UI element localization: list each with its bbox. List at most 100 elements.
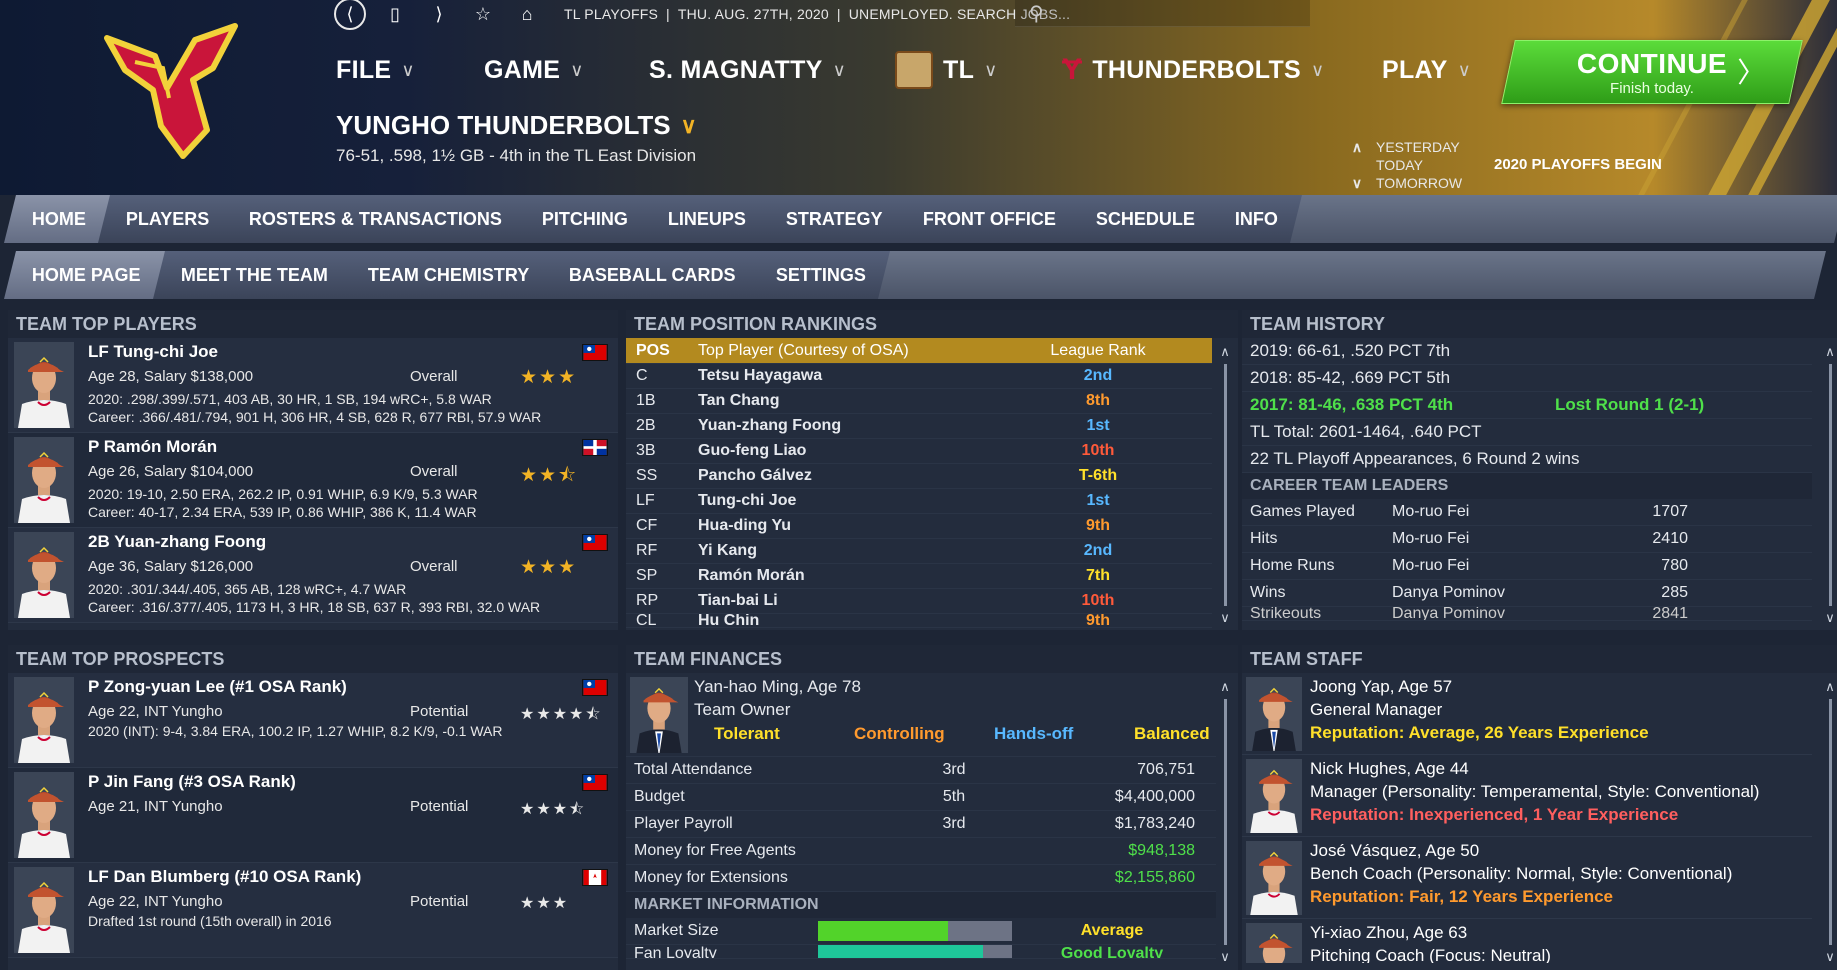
team-title[interactable]: YUNGHO THUNDERBOLTS ∨ xyxy=(336,110,697,141)
staff-name[interactable]: José Vásquez, Age 50 xyxy=(1310,841,1479,861)
tab-players[interactable]: PLAYERS xyxy=(98,195,240,243)
home-icon[interactable]: ⌂ xyxy=(512,0,542,29)
scroll-up-icon[interactable]: ∧ xyxy=(1220,344,1230,360)
ranking-row[interactable]: 2B Yuan-zhang Foong 1st xyxy=(626,414,1212,439)
prospect-card[interactable]: LF Dan Blumberg (#10 OSA Rank) Age 22, I… xyxy=(8,863,618,958)
ranking-row[interactable]: SS Pancho Gálvez T-6th xyxy=(626,464,1212,489)
leader-row[interactable]: Wins Danya Pominov 285 xyxy=(1242,580,1812,607)
subtab-team-chemistry[interactable]: TEAM CHEMISTRY xyxy=(339,251,560,299)
subtab-settings[interactable]: SETTINGS xyxy=(747,251,896,299)
ranking-row[interactable]: SP Ramón Morán 7th xyxy=(626,564,1212,589)
prospect-name[interactable]: P Zong-yuan Lee (#1 OSA Rank) xyxy=(88,677,347,697)
staff-card[interactable]: Joong Yap, Age 57 General Manager Reputa… xyxy=(1242,673,1812,755)
subtab-baseball-cards[interactable]: BASEBALL CARDS xyxy=(541,251,766,299)
menu-manager[interactable]: S. MAGNATTY ∨ xyxy=(649,56,895,85)
tab-schedule[interactable]: SCHEDULE xyxy=(1068,195,1226,243)
ranking-row[interactable]: C Tetsu Hayagawa 2nd xyxy=(626,364,1212,389)
continue-button[interactable]: CONTINUE Finish today. 〉 xyxy=(1501,40,1803,104)
prospect-avatar[interactable] xyxy=(14,677,74,763)
leader-row[interactable]: Games Played Mo-ruo Fei 1707 xyxy=(1242,499,1812,526)
prospect-card[interactable]: P Jin Fang (#3 OSA Rank) Age 21, INT Yun… xyxy=(8,768,618,863)
leader-row[interactable]: Home Runs Mo-ruo Fei 780 xyxy=(1242,553,1812,580)
player-avatar[interactable] xyxy=(14,532,74,618)
player-name[interactable]: P Ramón Morán xyxy=(88,437,217,457)
search-icon[interactable]: ⚲ xyxy=(1029,1,1044,26)
ranking-row[interactable]: 1B Tan Chang 8th xyxy=(626,389,1212,414)
leader-player[interactable]: Mo-ruo Fei xyxy=(1392,530,1592,548)
leader-player[interactable]: Mo-ruo Fei xyxy=(1392,503,1592,521)
leader-row[interactable]: Hits Mo-ruo Fei 2410 xyxy=(1242,526,1812,553)
ranking-player[interactable]: Tung-chi Joe xyxy=(698,492,1028,510)
staff-scrollbar[interactable]: ∧ ∨ xyxy=(1823,679,1837,965)
player-avatar[interactable] xyxy=(14,342,74,428)
ranking-player[interactable]: Tan Chang xyxy=(698,392,1028,410)
staff-avatar[interactable] xyxy=(1246,677,1302,751)
subtab-home-page[interactable]: HOME PAGE xyxy=(4,251,171,299)
scroll-down-icon[interactable]: ∨ xyxy=(1825,949,1835,965)
prospect-name[interactable]: LF Dan Blumberg (#10 OSA Rank) xyxy=(88,867,361,887)
ranking-row[interactable]: LF Tung-chi Joe 1st xyxy=(626,489,1212,514)
staff-name[interactable]: Nick Hughes, Age 44 xyxy=(1310,759,1469,779)
menu-game[interactable]: GAME ∨ xyxy=(484,56,649,85)
scroll-down-icon[interactable]: ∨ xyxy=(1825,610,1835,626)
ranking-player[interactable]: Hua-ding Yu xyxy=(698,517,1028,535)
prospect-name[interactable]: P Jin Fang (#3 OSA Rank) xyxy=(88,772,296,792)
scroll-up-icon[interactable]: ∧ xyxy=(1825,679,1835,695)
tab-strategy[interactable]: STRATEGY xyxy=(758,195,914,243)
ranking-row[interactable]: RP Tian-bai Li 10th xyxy=(626,589,1212,614)
forward-icon[interactable]: ⟩ xyxy=(424,0,454,29)
scroll-up-icon[interactable]: ∧ xyxy=(1220,679,1230,695)
staff-card[interactable]: Nick Hughes, Age 44 Manager (Personality… xyxy=(1242,755,1812,837)
ranking-row[interactable]: 3B Guo-feng Liao 10th xyxy=(626,439,1212,464)
ranking-player[interactable]: Yi Kang xyxy=(698,542,1028,560)
staff-card[interactable]: Yi-xiao Zhou, Age 63 Pitching Coach (Foc… xyxy=(1242,919,1812,963)
menu-league[interactable]: TL ∨ xyxy=(895,51,1062,89)
day-tomorrow[interactable]: ∨ TOMORROW xyxy=(1350,174,1462,192)
col-pos[interactable]: POS xyxy=(626,342,698,360)
star-icon[interactable]: ☆ xyxy=(468,0,498,29)
tab-front-office[interactable]: FRONT OFFICE xyxy=(895,195,1087,243)
player-avatar[interactable] xyxy=(14,437,74,523)
history-scrollbar[interactable]: ∧ ∨ xyxy=(1823,344,1837,626)
staff-avatar[interactable] xyxy=(1246,841,1302,915)
tab-pitching[interactable]: PITCHING xyxy=(514,195,659,243)
scroll-down-icon[interactable]: ∨ xyxy=(1220,610,1230,626)
ranking-row[interactable]: CF Hua-ding Yu 9th xyxy=(626,514,1212,539)
player-name[interactable]: 2B Yuan-zhang Foong xyxy=(88,532,266,552)
team-logo[interactable] xyxy=(95,18,245,168)
prospect-card[interactable]: P Zong-yuan Lee (#1 OSA Rank) Age 22, IN… xyxy=(8,673,618,768)
back-icon[interactable]: ⟨ xyxy=(334,0,366,30)
col-player[interactable]: Top Player (Courtesy of OSA) xyxy=(698,342,1028,360)
prospect-avatar[interactable] xyxy=(14,772,74,858)
tab-rosters[interactable]: ROSTERS & TRANSACTIONS xyxy=(221,195,533,243)
subtab-meet-the-team[interactable]: MEET THE TEAM xyxy=(152,251,358,299)
ranking-row[interactable]: RF Yi Kang 2nd xyxy=(626,539,1212,564)
col-rank[interactable]: League Rank xyxy=(1028,342,1168,360)
staff-name[interactable]: Joong Yap, Age 57 xyxy=(1310,677,1452,697)
ranking-player[interactable]: Ramón Morán xyxy=(698,567,1028,585)
day-yesterday[interactable]: ∧ YESTERDAY xyxy=(1350,138,1462,156)
ranking-player[interactable]: Yuan-zhang Foong xyxy=(698,417,1028,435)
finances-scrollbar[interactable]: ∧ ∨ xyxy=(1218,679,1232,965)
ranking-player[interactable]: Tian-bai Li xyxy=(698,592,1028,610)
ranking-player[interactable]: Pancho Gálvez xyxy=(698,467,1028,485)
scroll-up-icon[interactable]: ∧ xyxy=(1825,344,1835,360)
ranking-player[interactable]: Guo-feng Liao xyxy=(698,442,1028,460)
scroll-down-icon[interactable]: ∨ xyxy=(1220,949,1230,965)
leader-player[interactable]: Mo-ruo Fei xyxy=(1392,557,1592,575)
search-box[interactable]: ⚲ xyxy=(1015,0,1310,27)
staff-avatar[interactable] xyxy=(1246,923,1302,963)
menu-play[interactable]: PLAY ∨ xyxy=(1382,56,1471,85)
staff-card[interactable]: José Vásquez, Age 50 Bench Coach (Person… xyxy=(1242,837,1812,919)
player-name[interactable]: LF Tung-chi Joe xyxy=(88,342,218,362)
staff-name[interactable]: Yi-xiao Zhou, Age 63 xyxy=(1310,923,1467,943)
prospect-avatar[interactable] xyxy=(14,867,74,953)
leader-player[interactable]: Danya Pominov xyxy=(1392,584,1592,602)
tab-lineups[interactable]: LINEUPS xyxy=(640,195,777,243)
player-card[interactable]: LF Tung-chi Joe Age 28, Salary $138,000 … xyxy=(8,338,618,433)
menu-team[interactable]: Ɏ THUNDERBOLTS ∨ xyxy=(1062,53,1382,87)
ranking-player[interactable]: Tetsu Hayagawa xyxy=(698,367,1028,385)
day-today[interactable]: TODAY xyxy=(1350,156,1462,174)
rankings-scrollbar[interactable]: ∧ ∨ xyxy=(1218,344,1232,626)
menu-file[interactable]: FILE ∨ xyxy=(336,56,484,85)
